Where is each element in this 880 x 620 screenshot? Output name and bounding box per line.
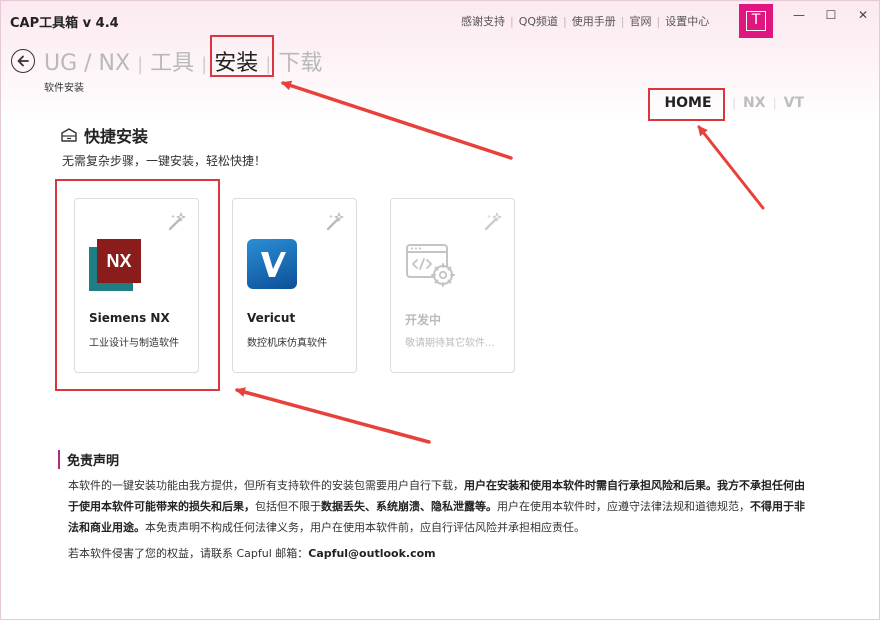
card-title: 开发中 xyxy=(405,313,442,327)
disclaimer-bold-text: 数据丢失、系统崩溃、隐私泄露等。 xyxy=(321,500,497,513)
arrow-to-install xyxy=(281,80,513,160)
card-title: Vericut xyxy=(247,311,296,325)
disclaimer-text: 本软件的一键安装功能由我方提供，但所有支持软件的安装包需要用户自行下载， xyxy=(68,479,464,492)
card-in-development: 开发中 敬请期待其它软件... xyxy=(390,198,515,373)
nav-separator: | xyxy=(732,96,737,110)
back-button[interactable] xyxy=(11,49,35,73)
disclaimer-text: 包括但不限于 xyxy=(255,500,321,513)
annotation-box-home xyxy=(648,88,725,121)
link-separator: | xyxy=(620,14,625,28)
breadcrumb-tools[interactable]: 工具 xyxy=(150,45,194,77)
magic-wand-icon xyxy=(484,212,502,231)
arrow-to-home xyxy=(697,125,765,210)
annotation-box-install xyxy=(210,35,274,77)
avatar[interactable]: T xyxy=(739,4,773,38)
card-description: 敬请期待其它软件... xyxy=(405,338,495,349)
breadcrumb-download[interactable]: 下载 xyxy=(278,45,322,77)
nav-separator: | xyxy=(772,96,777,110)
disclaimer-title: 免责声明 xyxy=(58,450,119,469)
magic-wand-icon xyxy=(326,212,344,231)
link-thanks[interactable]: 感谢支持 xyxy=(461,13,505,29)
maximize-button[interactable]: ☐ xyxy=(821,8,841,24)
link-website[interactable]: 官网 xyxy=(629,13,651,29)
close-button[interactable]: ✕ xyxy=(853,8,873,24)
breadcrumb-separator: | xyxy=(137,54,144,75)
page-subtitle: 软件安装 xyxy=(44,83,84,94)
breadcrumb-ug-nx[interactable]: UG / NX xyxy=(44,51,130,76)
annotation-box-nx-card xyxy=(55,179,220,391)
install-box-icon xyxy=(61,128,77,142)
contact-email[interactable]: Capful@outlook.com xyxy=(308,547,435,560)
nav-nx[interactable]: NX xyxy=(743,95,766,111)
link-separator: | xyxy=(656,14,661,28)
vericut-v-glyph xyxy=(261,252,286,277)
link-separator: | xyxy=(510,14,514,28)
arrow-to-nx-card xyxy=(235,387,431,444)
avatar-letter: T xyxy=(746,11,766,31)
vericut-logo-tile xyxy=(247,239,297,289)
contact-prefix: 若本软件侵害了您的权益，请联系 Capful 邮箱： xyxy=(68,547,309,560)
app-title: CAP工具箱 v 4.4 xyxy=(10,16,119,31)
arrow-left-icon xyxy=(17,55,29,67)
vericut-logo xyxy=(247,239,299,291)
link-separator: | xyxy=(563,14,567,28)
link-qq-channel[interactable]: QQ频道 xyxy=(519,13,558,29)
title-bar: CAP工具箱 v 4.4 感谢支持 | QQ频道 | 使用手册 | 官网 | 设… xyxy=(1,1,880,41)
disclaimer-contact: 若本软件侵害了您的权益，请联系 Capful 邮箱：Capful@outlook… xyxy=(68,545,436,561)
section-title-text: 快捷安装 xyxy=(84,127,149,146)
card-description: 数控机床仿真软件 xyxy=(247,338,327,349)
link-manual[interactable]: 使用手册 xyxy=(572,13,616,29)
disclaimer-body: 本软件的一键安装功能由我方提供，但所有支持软件的安装包需要用户自行下载，用户在安… xyxy=(68,475,808,538)
breadcrumb: UG / NX | 工具 | 安装 | 下载 xyxy=(44,45,322,77)
section-description: 无需复杂步骤，一键安装，轻松快捷！ xyxy=(62,154,267,168)
section-title: 快捷安装 xyxy=(60,123,148,147)
top-links: 感谢支持 | QQ频道 | 使用手册 | 官网 | 设置中心 xyxy=(461,13,709,29)
card-vericut[interactable]: Vericut 数控机床仿真软件 xyxy=(232,198,357,373)
disclaimer-text: 用户在使用本软件时，应遵守法律法规和道德规范， xyxy=(497,500,750,513)
code-window-gear-graphic xyxy=(406,244,455,287)
breadcrumb-separator: | xyxy=(201,54,208,75)
disclaimer-text: 本免责声明不构成任何法律义务，用户在使用本软件前，应自行评估风险并承担相应责任。 xyxy=(145,521,585,534)
minimize-button[interactable]: — xyxy=(789,8,809,24)
app-window: CAP工具箱 v 4.4 感谢支持 | QQ频道 | 使用手册 | 官网 | 设… xyxy=(0,0,880,620)
nav-vt[interactable]: VT xyxy=(784,95,804,111)
link-settings[interactable]: 设置中心 xyxy=(665,13,709,29)
code-gear-icon xyxy=(405,239,457,291)
